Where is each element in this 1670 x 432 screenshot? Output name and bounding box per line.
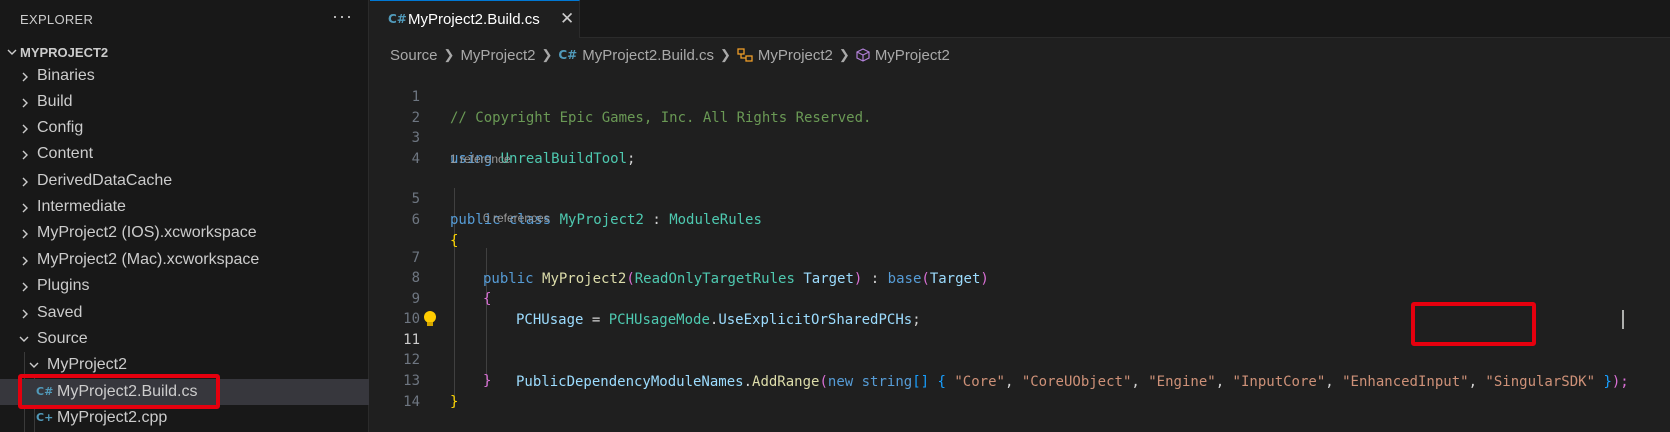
chevron-right-icon: ❯ [719, 47, 731, 62]
tree-item-binaries[interactable]: Binaries [0, 63, 369, 89]
tree-item-label: Config [37, 119, 84, 136]
code-line: 6 { [370, 189, 1670, 249]
tree-item-mac-workspace[interactable]: MyProject2 (Mac).xcworkspace [0, 247, 369, 273]
code-line: 13 } [370, 350, 1670, 410]
chevron-right-icon [22, 72, 28, 82]
chevron-right-icon: ❯ [838, 47, 850, 62]
cpp-file-icon: C+ [36, 411, 54, 424]
tree-item-label: Plugins [37, 277, 90, 294]
code-line: 2 [370, 87, 1670, 126]
chevron-right-icon [22, 282, 28, 292]
tree-item-label: Content [37, 145, 94, 162]
chevron-right-icon [22, 203, 28, 213]
code-line: 4 [370, 128, 1670, 167]
line-number: 4 [411, 151, 420, 167]
breadcrumb-item[interactable]: Source [390, 47, 438, 64]
code-line: 14 [370, 371, 1670, 410]
chevron-right-icon [22, 177, 28, 187]
tab-build-cs[interactable]: C# MyProject2.Build.cs ✕ [370, 0, 580, 38]
chevron-down-icon [29, 362, 39, 368]
code-line: 3 using UnrealBuildTool; [370, 107, 1670, 167]
tree-item-source[interactable]: Source [0, 326, 369, 352]
tree-item-label: DerivedDataCache [37, 172, 173, 189]
codelens-references[interactable]: 1 reference [450, 151, 511, 168]
chevron-right-icon [22, 229, 28, 239]
breadcrumb-item[interactable]: MyProject2 [460, 47, 535, 64]
code-line: 7 public MyProject2(ReadOnlyTargetRules … [370, 227, 1670, 287]
code-line: 1 // Copyright Epic Games, Inc. All Righ… [370, 66, 1670, 126]
explorer-sidebar: EXPLORER ··· MYPROJECT2 Binaries Build C… [0, 0, 369, 432]
tree-item-plugins[interactable]: Plugins [0, 273, 369, 299]
tab-label: MyProject2.Build.cs [408, 11, 540, 28]
breadcrumb-item[interactable]: MyProject2 [758, 47, 833, 64]
tab-bar: C# MyProject2.Build.cs ✕ [370, 0, 1670, 38]
breadcrumb-item[interactable]: MyProject2.Build.cs [582, 47, 714, 64]
chevron-right-icon [22, 256, 28, 266]
codelens-references[interactable]: 0 references [483, 210, 550, 227]
tree-item-config[interactable]: Config [0, 115, 369, 141]
code-line: 9 PCHUsage = PCHUsageMode.UseExplicitOrS… [370, 268, 1670, 328]
chevron-down-icon [7, 49, 17, 55]
chevron-right-icon [22, 309, 28, 319]
explorer-title: EXPLORER [20, 12, 94, 27]
tree-item-label: MyProject2 [47, 356, 128, 373]
breadcrumb: Source ❯ MyProject2 ❯ C# MyProject2.Buil… [390, 44, 950, 66]
tree-item-label: Source [37, 330, 88, 347]
explorer-header: EXPLORER ··· [0, 0, 369, 38]
code-line: 8 { [370, 247, 1670, 307]
tree-item-label: Binaries [37, 67, 95, 84]
chevron-right-icon [22, 98, 28, 108]
project-name: MYPROJECT2 [20, 45, 109, 60]
tree-item-deriveddatacache[interactable]: DerivedDataCache [0, 168, 369, 194]
editor-area: C# MyProject2.Build.cs ✕ Source ❯ MyProj… [370, 0, 1670, 432]
project-folder-header[interactable]: MYPROJECT2 [0, 42, 369, 64]
method-icon [856, 48, 870, 62]
chevron-right-icon: ❯ [541, 47, 553, 62]
tree-item-label: MyProject2 (IOS).xcworkspace [37, 224, 257, 241]
csharp-file-icon: C# [558, 48, 578, 62]
ellipsis-icon[interactable]: ··· [332, 6, 353, 27]
tree-item-label: Saved [37, 304, 83, 321]
tree-item-label: MyProject2 (Mac).xcworkspace [37, 251, 260, 268]
class-icon [737, 48, 753, 62]
line-number: 14 [403, 394, 420, 410]
close-icon[interactable]: ✕ [560, 9, 574, 29]
lightbulb-icon[interactable] [424, 311, 436, 327]
code-editor[interactable]: 1 // Copyright Epic Games, Inc. All Righ… [370, 66, 1670, 432]
tree-item-intermediate[interactable]: Intermediate [0, 194, 369, 220]
tree-item-label: MyProject2.cpp [57, 409, 168, 426]
chevron-right-icon [22, 124, 28, 134]
text-cursor [1622, 310, 1624, 329]
line-content: } [450, 394, 459, 410]
annotation-highlight-code [1411, 302, 1536, 346]
tree-item-ios-workspace[interactable]: MyProject2 (IOS).xcworkspace [0, 220, 369, 246]
annotation-highlight-file [18, 374, 220, 409]
tree-item-content[interactable]: Content [0, 141, 369, 167]
chevron-down-icon [19, 336, 29, 342]
breadcrumb-item[interactable]: MyProject2 [875, 47, 950, 64]
tree-item-label: Intermediate [37, 198, 126, 215]
tree-item-saved[interactable]: Saved [0, 300, 369, 326]
code-line: 5 public class MyProject2 : ModuleRules [370, 168, 1670, 228]
tree-item-label: Build [37, 93, 73, 110]
tree-item-build[interactable]: Build [0, 89, 369, 115]
chevron-right-icon: ❯ [443, 47, 455, 62]
csharp-file-icon: C# [388, 12, 407, 26]
chevron-right-icon [22, 150, 28, 160]
